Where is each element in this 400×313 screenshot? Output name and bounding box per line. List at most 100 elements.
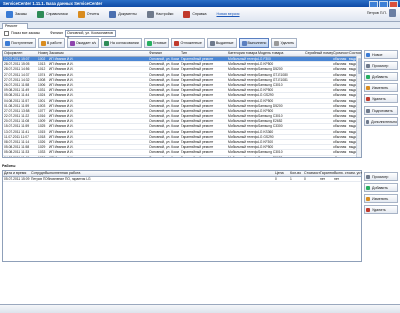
table-cell: Петров П.П.: [31, 177, 45, 181]
table-cell: обычная: [333, 155, 347, 158]
table-cell: Основной, ул. Косм: [149, 57, 179, 61]
add-button[interactable]: Добавить: [364, 72, 398, 81]
table-row[interactable]: 04.08.2011 11:49 1036 ИП Иванов И.И. Основн…: [3, 155, 361, 158]
table-cell: Гарантийный ремонт: [181, 62, 214, 67]
table-cell: обычная: [333, 134, 347, 139]
menu-item-document[interactable]: Документы: [105, 9, 141, 19]
branch-select[interactable]: Основной, ул. Космонавтов 9: [64, 29, 116, 40]
table-cell: LG F300: [258, 57, 271, 61]
toolbar-check-button[interactable]: Готовые: [143, 38, 170, 48]
orders-scrollbar[interactable]: [356, 56, 361, 157]
column-header[interactable]: Заказчик: [49, 51, 149, 56]
menu-item-book[interactable]: Справочники: [33, 9, 72, 19]
table-cell: обычная: [333, 108, 347, 113]
view-button[interactable]: Просмотр: [364, 61, 398, 70]
column-header[interactable]: Срочность: [333, 51, 349, 56]
toolbar-button-label: Удалить: [280, 41, 295, 45]
delete-button[interactable]: Удалить: [364, 94, 398, 103]
column-header[interactable]: Цена: [275, 171, 289, 176]
column-header[interactable]: Номер: [38, 51, 48, 56]
toolbar-button-label: Готовые: [152, 41, 167, 45]
table-cell: Samsung C3010: [258, 150, 283, 155]
column-header[interactable]: Дата и время: [4, 171, 31, 176]
column-header[interactable]: Сотрудник: [31, 171, 45, 176]
column-header[interactable]: Вклю. стоим. уст: [334, 171, 364, 176]
more-button[interactable]: Дополнительно: [364, 117, 398, 126]
column-header[interactable]: Выполненная работа: [45, 171, 225, 176]
table-cell: Гарантийный ремонт: [181, 129, 214, 134]
toolbar-work-button[interactable]: В работе: [37, 38, 65, 48]
table-cell: Основной, ул. Косм: [149, 155, 179, 158]
table-cell: Гарантийный ремонт: [181, 114, 214, 119]
column-header[interactable]: Серийный номер: [305, 51, 333, 56]
delete-button[interactable]: Удалить: [364, 205, 398, 214]
edit-button[interactable]: Изменить: [364, 83, 398, 92]
toolbar-inbox-button[interactable]: Поступление: [2, 38, 36, 48]
column-header[interactable]: Стоимость: [304, 171, 320, 176]
table-cell: 1026: [38, 140, 46, 144]
toolbar-done-button[interactable]: Выполнено: [238, 38, 270, 48]
table-cell: обычная: [333, 72, 347, 77]
table-cell: ИП Иванов И.И.: [49, 155, 74, 158]
table-cell: обычная: [333, 77, 347, 82]
show-all-checkbox[interactable]: [4, 30, 9, 36]
new-version-link[interactable]: Новая версия: [212, 9, 243, 19]
table-cell: Мобильный телефон: [228, 124, 258, 129]
table-cell: Основной, ул. Косм: [149, 114, 179, 119]
table-cell: Мобильный телефон: [228, 93, 258, 98]
toolbar-handout-button[interactable]: Выданные: [206, 38, 237, 48]
table-cell: 1077: [38, 108, 46, 113]
table-cell: обычная: [333, 129, 347, 134]
menu-item-gear[interactable]: Настройки: [143, 9, 178, 19]
prepare-button[interactable]: Подготовить: [364, 106, 398, 115]
column-header[interactable]: Категория товара: [228, 51, 258, 56]
table-cell: Мобильный телефон: [228, 114, 258, 119]
inbox-icon: [5, 40, 10, 46]
toolbar-button-label: На согласовании: [110, 41, 139, 45]
table-cell: 1008: [38, 77, 46, 82]
table-cell: Samsung GT-E1080: [258, 72, 288, 77]
table-cell: ИП Иванов И.И.: [49, 145, 74, 150]
help-icon: [183, 10, 191, 18]
table-cell: Обновление ПО, гарантия LG: [45, 177, 91, 181]
table-cell: LG GS290: [258, 93, 274, 98]
table-cell: нет: [320, 177, 326, 181]
table-cell: ИП Иванов И.И.: [49, 98, 74, 103]
toolbar-pause-button[interactable]: Отложенные: [171, 38, 205, 48]
column-header[interactable]: Тип: [181, 51, 228, 56]
scroll-thumb[interactable]: [357, 58, 361, 74]
toolbar-delete-button[interactable]: Удалить: [271, 38, 298, 48]
table-cell: обычная: [333, 67, 347, 72]
table-cell: 04.08.2011 11:57: [4, 98, 30, 103]
user-box[interactable]: Петров П.П.: [367, 9, 396, 17]
table-cell: Мобильный телефон: [228, 67, 258, 72]
menu-item-label: Отчеты: [86, 12, 100, 16]
toolbar-phone-button[interactable]: На согласовании: [101, 38, 142, 48]
column-header[interactable]: Модель товара: [258, 51, 305, 56]
column-header[interactable]: Оформлен: [4, 51, 37, 56]
column-header[interactable]: Гарантия: [320, 171, 334, 176]
table-cell: Samsung C3010: [258, 114, 283, 119]
menu-item-label: Настройки: [155, 12, 174, 16]
table-cell: Samsung D5200: [258, 67, 283, 72]
view-button[interactable]: Просмотр: [364, 172, 398, 181]
toolbar-clock-button[interactable]: Ожидает з/ч: [66, 38, 100, 48]
table-row[interactable]: 05.07.2011 15:09Петров П.П.Обновление ПО…: [3, 177, 361, 183]
menu-item-help[interactable]: Справка: [179, 9, 210, 19]
table-cell: 1013: [38, 62, 46, 67]
table-cell: Мобильный телефон: [228, 129, 258, 134]
table-cell: ИП Иванов И.И.: [49, 114, 74, 119]
menu-item-orders[interactable]: Заказы: [2, 9, 31, 19]
table-cell: 04.08.2011 11:49: [4, 155, 30, 158]
table-cell: 1003: [38, 103, 46, 108]
button-label: Просмотр: [372, 63, 389, 68]
column-header[interactable]: Филиал: [149, 51, 181, 56]
table-cell: ИП Иванов И.И.: [49, 140, 74, 144]
table-cell: 27.07.2011 14:37: [4, 72, 30, 77]
edit-button[interactable]: Изменить: [364, 194, 398, 203]
main-menu: Заказы Справочники Отчеты Документы Настройк…: [0, 7, 400, 22]
menu-item-report[interactable]: Отчеты: [74, 9, 103, 19]
column-header[interactable]: Кол-во: [290, 171, 304, 176]
add-button[interactable]: Добавить: [364, 183, 398, 192]
new-button[interactable]: Новое: [364, 50, 398, 59]
